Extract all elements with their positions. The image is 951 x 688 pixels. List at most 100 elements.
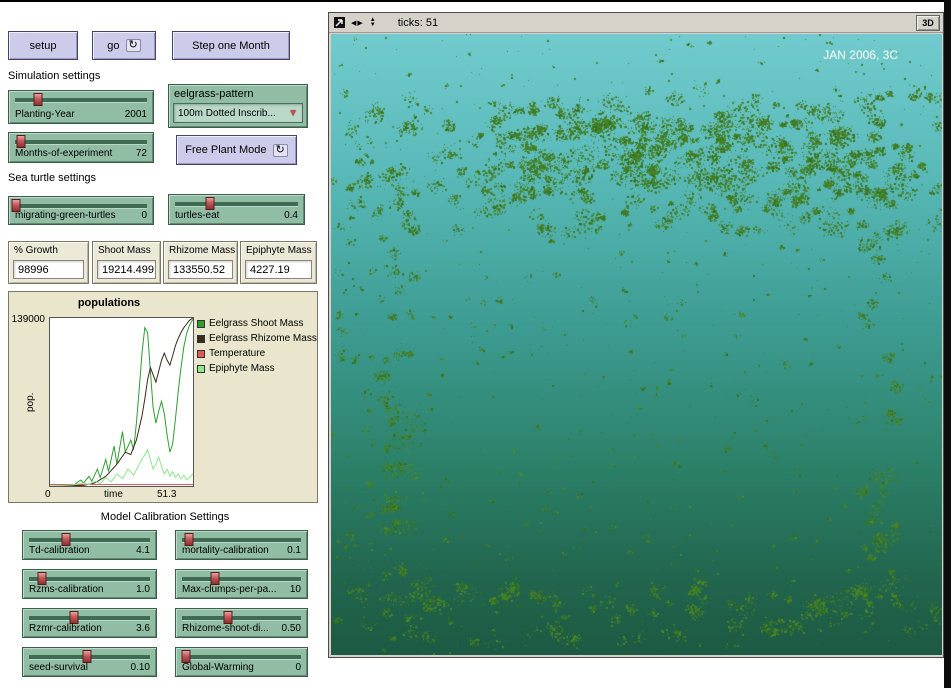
eelgrass-pattern-chooser[interactable]: eelgrass-pattern 100m Dotted Inscrib... … [168,84,308,128]
view-3d-button[interactable]: 3D [916,15,940,31]
slider-handle[interactable] [16,135,25,148]
world-date-overlay: JAN 2006, 3C [823,48,898,62]
planting-year-slider[interactable]: Planting-Year 2001 [8,90,154,124]
slider-value: 0.50 [282,623,301,634]
slider-track [175,202,298,206]
legend-swatch-temperature [197,350,205,358]
forever-icon: ↻ [126,39,141,52]
global-warming-slider[interactable]: Global-Warming0 [175,647,308,677]
legend-entry: Eelgrass Shoot Mass [197,316,317,331]
window-top-border [0,0,951,2]
monitor-label: % Growth [14,245,58,256]
plot-series-svg [50,318,193,486]
view-size-icon[interactable] [334,17,345,28]
forever-icon: ↻ [273,144,288,157]
max-clumps-per-patch-slider[interactable]: Max-clumps-per-pa... 10 [175,569,308,599]
monitor-label: Shoot Mass [98,245,151,256]
step-one-month-button[interactable]: Step one Month [172,31,290,60]
slider-label: Rhizome-shoot-di... [182,623,269,634]
rzmr-calibration-slider[interactable]: Rzmr-calibration 3.6 [22,608,157,638]
slider-value: 72 [136,148,147,159]
slider-handle[interactable] [33,93,42,106]
slider-track [182,538,301,542]
view-vertical-arrows-icon[interactable]: ▲▼ [370,18,376,28]
rhizome-shoot-distribution-slider[interactable]: Rhizome-shoot-di... 0.50 [175,608,308,638]
slider-label: Rzms-calibration [29,584,103,595]
setup-button[interactable]: setup [8,31,78,60]
turtles-eat-slider[interactable]: turtles-eat 0.4 [168,194,305,225]
slider-label: Planting-Year [15,109,75,120]
slider-track [182,655,301,659]
legend-label: Eelgrass Rhizome Mass [209,333,317,344]
legend-label: Eelgrass Shoot Mass [209,318,304,329]
slider-track [182,616,301,620]
slider-track [15,140,147,144]
free-plant-button-label: Free Plant Mode [185,144,266,156]
seed-survival-slider[interactable]: seed-survival0.10 [22,647,157,677]
legend-swatch-rhizome-mass [197,335,205,343]
view-header-bar: ◀▶ ▲▼ ticks: 51 3D [329,13,943,33]
rhizome-mass-monitor: Rhizome Mass 133550.52 [163,241,238,284]
plot-y-axis-label: pop. [25,393,36,412]
monitor-label: Epiphyte Mass [246,245,312,256]
legend-label: Temperature [209,348,265,359]
slider-value: 1.0 [136,584,150,595]
dropdown-arrow-icon: ▼ [288,108,298,119]
go-button-label: go [107,40,119,52]
slider-value: 3.6 [136,623,150,634]
chooser-dropdown[interactable]: 100m Dotted Inscrib... ▼ [173,103,303,123]
slider-value: 0.4 [284,210,298,221]
window-right-border [944,0,951,688]
plot-canvas [49,317,194,487]
legend-entry: Eelgrass Rhizome Mass [197,331,317,346]
slider-label: Td-calibration [29,545,90,556]
slider-track [29,616,150,620]
slider-label: mortality-calibration [182,545,269,556]
td-calibration-slider[interactable]: Td-calibration4.1 [22,530,157,560]
plot-title: populations [9,297,209,309]
monitor-label: Rhizome Mass [169,245,235,256]
slider-label: Rzmr-calibration [29,623,102,634]
mortality-calibration-slider[interactable]: mortality-calibration0.1 [175,530,308,560]
slider-track [15,204,147,208]
slider-value: 0.10 [131,662,150,673]
world-canvas[interactable] [331,34,942,655]
growth-monitor: % Growth 98996 [8,241,89,284]
setup-button-label: setup [30,40,57,52]
ticks-counter: ticks: 51 [398,17,438,29]
monitor-value: 133550.52 [168,260,233,279]
simulation-settings-label: Simulation settings [8,70,100,82]
monitor-value: 19214.499 [97,260,156,279]
sea-turtle-settings-label: Sea turtle settings [8,172,96,184]
go-button[interactable]: go ↻ [92,31,156,60]
slider-label: turtles-eat [175,210,219,221]
rzms-calibration-slider[interactable]: Rzms-calibration 1.0 [22,569,157,599]
slider-track [29,538,150,542]
free-plant-mode-button[interactable]: Free Plant Mode ↻ [176,135,297,165]
legend-entry: Temperature [197,346,317,361]
slider-label: migrating-green-turtles [15,210,116,221]
slider-label: Max-clumps-per-pa... [182,584,276,595]
plot-x-max-label: 51.3 [157,489,176,500]
plot-y-max-label: 139000 [9,314,45,325]
monitor-value: 4227.19 [245,260,312,279]
slider-value: 0 [141,210,147,221]
plot-x-min-label: 0 [45,489,51,500]
slider-value: 2001 [125,109,147,120]
view-horizontal-arrows-icon[interactable]: ◀▶ [351,19,364,27]
shoot-mass-monitor: Shoot Mass 19214.499 [92,241,161,284]
chooser-label: eelgrass-pattern [174,88,254,100]
monitor-value: 98996 [13,260,84,279]
slider-handle[interactable] [205,197,214,210]
world-display[interactable]: JAN 2006, 3C [331,34,942,655]
slider-value: 10 [290,584,301,595]
world-view-frame: ◀▶ ▲▼ ticks: 51 3D JAN 2006, 3C [328,12,944,658]
months-of-experiment-slider[interactable]: Months-of-experiment 72 [8,132,154,163]
migrating-green-turtles-slider[interactable]: migrating-green-turtles 0 [8,196,154,225]
netlogo-app-window: setup go ↻ Step one Month Simulation set… [0,0,951,688]
model-calibration-settings-label: Model Calibration Settings [20,511,310,523]
populations-plot: populations 139000 pop. 0 time 51.3 Eelg… [8,291,318,503]
slider-label: Global-Warming [182,662,254,673]
slider-track [29,577,150,581]
slider-label: Months-of-experiment [15,148,112,159]
